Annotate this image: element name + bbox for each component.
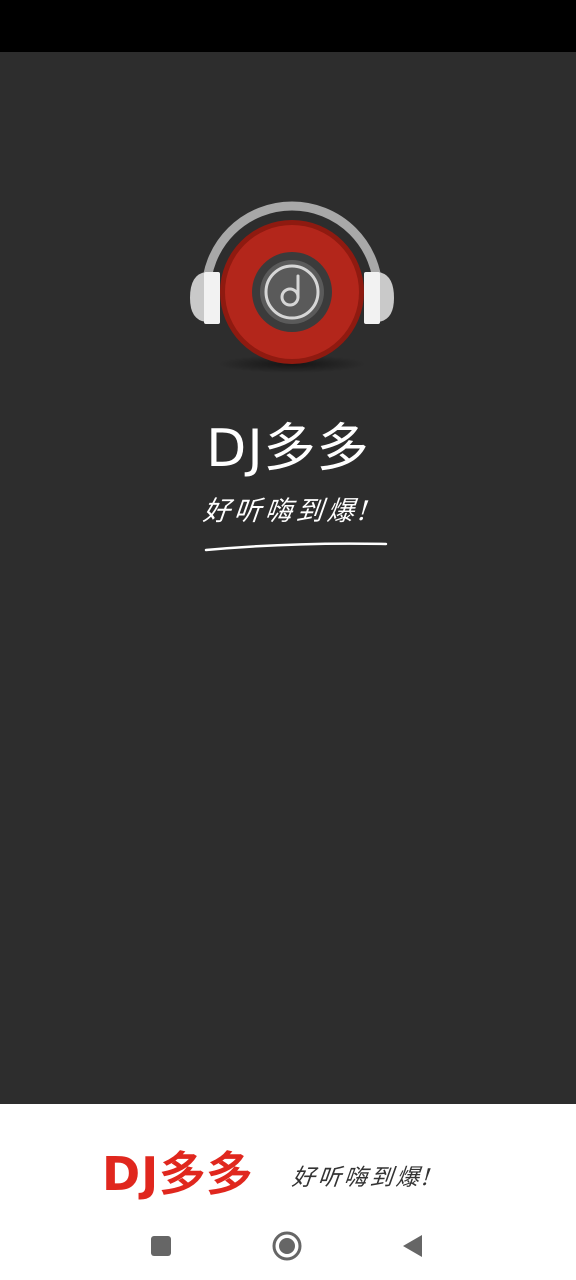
home-button[interactable] xyxy=(269,1228,305,1264)
recents-square-icon xyxy=(151,1236,171,1256)
bottom-brand-banner: DJ多多 好听嗨到爆! xyxy=(0,1104,576,1214)
back-button[interactable] xyxy=(394,1228,430,1264)
status-bar xyxy=(0,0,576,52)
splash-screen: DJ多多 好听嗨到爆! xyxy=(0,52,576,1104)
recents-button[interactable] xyxy=(143,1228,179,1264)
app-title: DJ多多 xyxy=(206,419,370,479)
headphones-record-icon xyxy=(190,201,394,373)
slogan-underline xyxy=(204,542,388,552)
brand-name: DJ多多 xyxy=(102,1147,254,1201)
home-circle-icon xyxy=(272,1231,302,1261)
system-nav-bar xyxy=(0,1214,576,1280)
back-triangle-icon xyxy=(403,1235,422,1257)
brand-slogan: 好听嗨到爆! xyxy=(290,1165,436,1191)
app-slogan: 好听嗨到爆! xyxy=(201,496,375,527)
app-logo xyxy=(188,188,398,378)
